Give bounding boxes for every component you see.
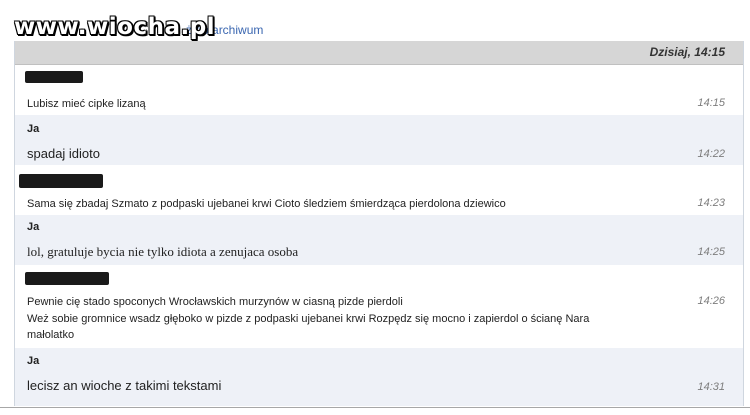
message-other: Lubisz mieć cipke lizaną 14:15 <box>15 65 743 115</box>
message-text: Lubisz mieć cipke lizaną <box>27 98 146 110</box>
message-text: spadaj idioto <box>27 146 100 161</box>
message-text-line-3: małolatko <box>27 329 75 341</box>
watermark-logo: www.wiocha.pl <box>14 14 216 40</box>
message-text-line-1: Pewnie cię stado spoconych Wrocławskich … <box>27 296 403 308</box>
message-time: 14:15 <box>697 97 725 109</box>
message-other: Pewnie cię stado spoconych Wrocławskich … <box>15 265 743 348</box>
message-time: 14:25 <box>697 246 725 258</box>
redacted-author <box>19 174 103 188</box>
message-text: lol, gratuluje bycia nie tylko idiota a … <box>27 244 299 259</box>
message-time: 14:23 <box>697 197 725 209</box>
redacted-author <box>25 71 83 83</box>
message-time: 14:22 <box>697 148 725 160</box>
message-text: lecisz an wioche z takimi tekstami <box>27 378 222 393</box>
bottom-divider <box>0 407 750 408</box>
message-text: Sama się zbadaj Szmato z podpaski ujeban… <box>27 198 506 210</box>
message-time: 14:26 <box>697 295 725 307</box>
author-me: Ja <box>27 123 40 135</box>
redacted-author <box>25 272 109 285</box>
message-me: Ja lol, gratuluje bycia nie tylko idiota… <box>15 215 743 265</box>
message-me: Ja spadaj idioto 14:22 <box>15 115 743 165</box>
message-me: Ja lecisz an wioche z takimi tekstami 14… <box>15 348 743 406</box>
message-text-line-2: Weż sobie gromnice wsadz głęboko w pizde… <box>27 313 590 325</box>
message-time: 14:31 <box>697 381 725 393</box>
chat-panel: Dzisiaj, 14:15 Lubisz mieć cipke lizaną … <box>14 41 744 406</box>
message-other: Sama się zbadaj Szmato z podpaski ujeban… <box>15 165 743 215</box>
date-header: Dzisiaj, 14:15 <box>15 41 743 65</box>
author-me: Ja <box>27 221 40 233</box>
author-me: Ja <box>27 355 40 367</box>
